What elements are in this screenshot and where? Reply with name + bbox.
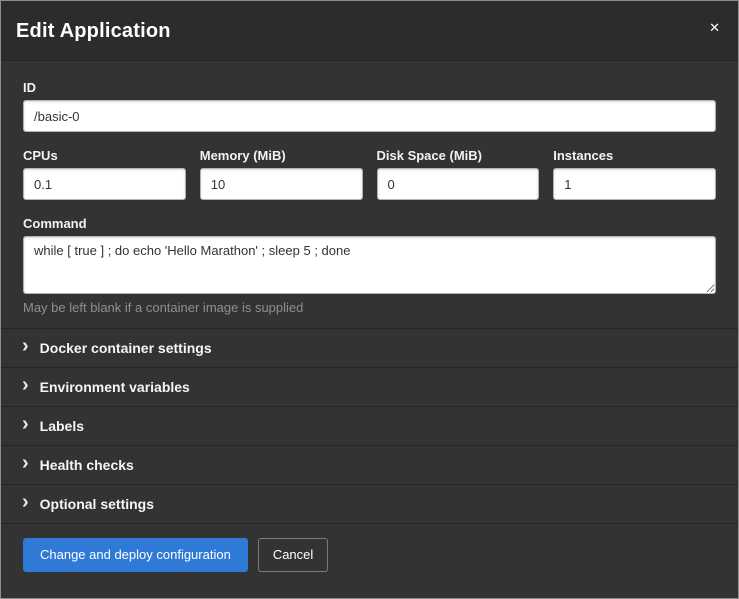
cancel-button[interactable]: Cancel: [258, 538, 328, 572]
id-input[interactable]: [23, 100, 716, 132]
command-help-text: May be left blank if a container image i…: [23, 300, 716, 315]
instances-label: Instances: [553, 148, 716, 163]
accordion: › Docker container settings › Environmen…: [1, 328, 738, 523]
section-label: Labels: [40, 418, 84, 434]
disk-field-group: Disk Space (MiB): [377, 148, 540, 200]
section-docker-container-settings[interactable]: › Docker container settings: [1, 328, 738, 367]
resource-fields-row: CPUs Memory (MiB) Disk Space (MiB) Insta…: [23, 148, 716, 200]
close-icon: ✕: [709, 20, 720, 35]
section-label: Health checks: [40, 457, 134, 473]
memory-label: Memory (MiB): [200, 148, 363, 163]
section-labels[interactable]: › Labels: [1, 406, 738, 445]
instances-field-group: Instances: [553, 148, 716, 200]
command-textarea[interactable]: while [ true ] ; do echo 'Hello Marathon…: [23, 236, 716, 294]
section-environment-variables[interactable]: › Environment variables: [1, 367, 738, 406]
close-button[interactable]: ✕: [705, 17, 724, 38]
section-health-checks[interactable]: › Health checks: [1, 445, 738, 484]
instances-input[interactable]: [553, 168, 716, 200]
disk-label: Disk Space (MiB): [377, 148, 540, 163]
id-label: ID: [23, 80, 716, 95]
section-label: Optional settings: [40, 496, 154, 512]
edit-application-modal: Edit Application ✕ ID CPUs Memory (MiB) …: [0, 0, 739, 599]
section-label: Docker container settings: [40, 340, 212, 356]
cpus-input[interactable]: [23, 168, 186, 200]
modal-footer: Change and deploy configuration Cancel: [1, 523, 738, 598]
command-label: Command: [23, 216, 716, 231]
command-field-group: Command while [ true ] ; do echo 'Hello …: [23, 216, 716, 315]
id-field-group: ID: [23, 80, 716, 132]
cpus-label: CPUs: [23, 148, 186, 163]
cpus-field-group: CPUs: [23, 148, 186, 200]
disk-input[interactable]: [377, 168, 540, 200]
section-label: Environment variables: [40, 379, 190, 395]
modal-body: ID CPUs Memory (MiB) Disk Space (MiB) In…: [1, 61, 738, 328]
memory-field-group: Memory (MiB): [200, 148, 363, 200]
modal-header: Edit Application ✕: [1, 1, 738, 61]
submit-button[interactable]: Change and deploy configuration: [23, 538, 248, 572]
memory-input[interactable]: [200, 168, 363, 200]
modal-title: Edit Application: [16, 20, 723, 43]
section-optional-settings[interactable]: › Optional settings: [1, 484, 738, 523]
